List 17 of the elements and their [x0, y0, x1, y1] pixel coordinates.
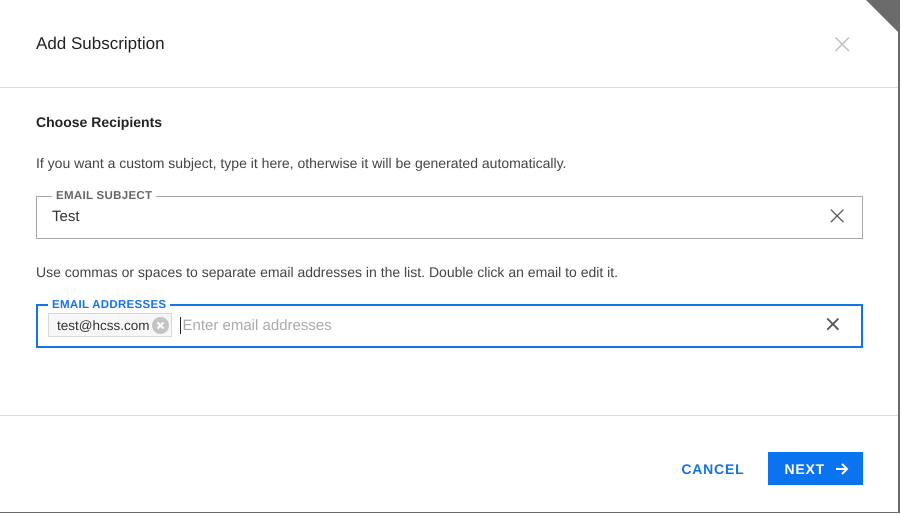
hint-text: Use commas or spaces to separate email addresses in the list. Double click an email to edit it. [36, 264, 620, 280]
next-button[interactable]: NEXT [768, 452, 863, 485]
field-label: EMAIL SUBJECT [55, 190, 154, 202]
section-heading: Choose Recipients [36, 114, 164, 130]
subject-field[interactable]: EMAIL SUBJECT Test × [36, 190, 863, 239]
field-value: Test [52, 208, 81, 224]
email-chip[interactable]: test@hcss.com [48, 313, 172, 337]
email-addresses-field[interactable]: EMAIL ADDRESSES test@hcss.com Enter email addresses × [36, 299, 863, 348]
cancel-button[interactable]: CANCEL [681, 452, 744, 485]
clear-button[interactable]: × [826, 203, 848, 229]
field-label: EMAIL ADDRESSES [51, 299, 168, 311]
arrow-right-icon [835, 462, 849, 476]
dialog-title: Add Subscription [36, 34, 165, 54]
chip-text: test@hcss.com [57, 318, 150, 332]
remove-icon[interactable] [152, 316, 170, 334]
clear-button[interactable]: × [824, 314, 842, 336]
hint-text: If you want a custom subject, type it here, otherwise it will be generated automatically. [36, 155, 568, 171]
